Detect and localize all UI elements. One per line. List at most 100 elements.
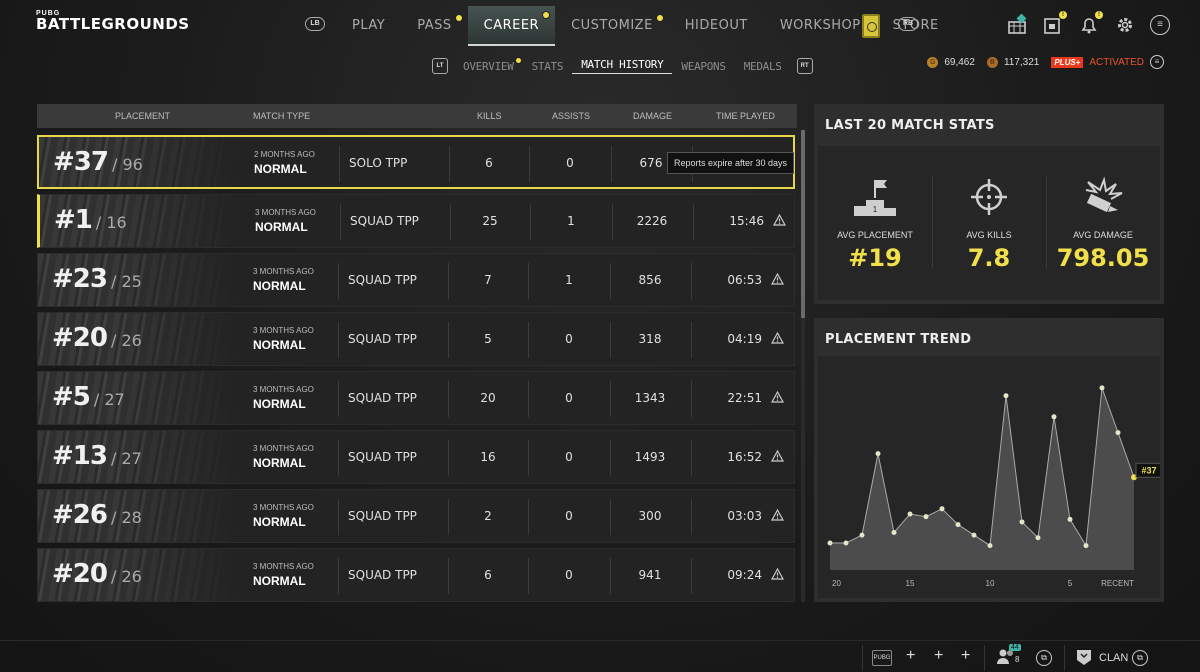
nav-workshop[interactable]: WORKSHOP bbox=[764, 6, 877, 46]
tab-stats[interactable]: STATS bbox=[523, 60, 573, 73]
add-friend-slot[interactable]: + bbox=[961, 647, 970, 665]
clan-label[interactable]: CLAN bbox=[1099, 652, 1128, 664]
crate-icon[interactable] bbox=[1006, 13, 1028, 36]
trend-point[interactable] bbox=[955, 522, 961, 528]
cell-divider bbox=[338, 499, 339, 535]
trend-point[interactable] bbox=[859, 532, 865, 538]
cell-divider bbox=[691, 322, 692, 358]
cell-divider bbox=[448, 263, 449, 299]
report-warning-icon[interactable] bbox=[770, 272, 785, 287]
mission-icon[interactable]: ! bbox=[1042, 11, 1067, 36]
trend-point[interactable] bbox=[1051, 414, 1057, 420]
trend-point[interactable] bbox=[1019, 519, 1025, 525]
party-toggle-icon[interactable]: ⧉ bbox=[1036, 650, 1052, 666]
trend-point[interactable] bbox=[923, 514, 929, 520]
table-header: PLACEMENT MATCH TYPE KILLS ASSISTS DAMAG… bbox=[37, 104, 797, 128]
placement-total: / 25 bbox=[110, 272, 142, 291]
kills-value: 7 bbox=[484, 273, 492, 287]
currency-menu-icon[interactable]: ≡ bbox=[1150, 55, 1164, 69]
cell-divider bbox=[448, 322, 449, 358]
nav-hideout-label: HIDEOUT bbox=[684, 18, 748, 33]
placement-total: / 26 bbox=[110, 331, 142, 350]
table-scrollbar[interactable] bbox=[801, 130, 805, 602]
trend-point[interactable] bbox=[1035, 535, 1041, 541]
tab-overview[interactable]: OVERVIEW bbox=[454, 57, 523, 73]
cell-divider bbox=[693, 204, 694, 240]
table-row[interactable]: #5/ 27 3 MONTHS AGO NORMAL SQUAD TPP 20 0 1343… bbox=[37, 371, 795, 425]
table-row[interactable]: #37/ 96 2 MONTHS AGO NORMAL SOLO TPP 6 0 676 Re… bbox=[37, 135, 795, 189]
placement-rank: #26/ 28 bbox=[52, 500, 142, 530]
report-warning-icon[interactable] bbox=[770, 508, 785, 523]
table-row[interactable]: #1/ 16 3 MONTHS AGO NORMAL SQUAD TPP 25 1 2226… bbox=[37, 194, 795, 248]
lt-button[interactable]: LT bbox=[432, 58, 448, 74]
trend-point[interactable] bbox=[1067, 516, 1073, 522]
trend-point[interactable] bbox=[1115, 430, 1121, 436]
match-mode: NORMAL bbox=[253, 397, 306, 411]
cell-divider bbox=[691, 263, 692, 299]
assists-value: 0 bbox=[565, 568, 573, 582]
placement-rank: #13/ 27 bbox=[52, 441, 142, 471]
report-warning-icon[interactable] bbox=[770, 390, 785, 405]
report-warning-icon[interactable] bbox=[770, 331, 785, 346]
placement-total: / 27 bbox=[93, 390, 125, 409]
nav-pass[interactable]: PASS bbox=[401, 6, 467, 46]
trend-point[interactable] bbox=[1099, 385, 1105, 391]
report-warning-icon[interactable] bbox=[770, 449, 785, 464]
nav-customize[interactable]: CUSTOMIZE bbox=[555, 6, 669, 46]
bp-amount: 117,321 bbox=[1003, 56, 1040, 68]
nav-career[interactable]: CAREER bbox=[467, 6, 556, 46]
trend-point[interactable] bbox=[875, 451, 881, 457]
trend-point[interactable] bbox=[1003, 393, 1009, 399]
tab-match-history[interactable]: MATCH HISTORY bbox=[572, 58, 673, 74]
bell-icon[interactable]: ! bbox=[1078, 11, 1103, 36]
add-friend-slot[interactable]: + bbox=[906, 647, 915, 665]
trend-point[interactable] bbox=[907, 511, 913, 517]
top-bar: PUBG BATTLEGROUNDS LB PLAY PASS CAREER C… bbox=[0, 0, 1200, 48]
top-right-icons: ! ! ≡ bbox=[1006, 11, 1170, 36]
lb-button[interactable]: LB bbox=[305, 17, 325, 31]
trend-point[interactable] bbox=[891, 529, 897, 535]
table-row[interactable]: #20/ 26 3 MONTHS AGO NORMAL SQUAD TPP 6 0 941 0… bbox=[37, 548, 795, 602]
bullet-impact-icon bbox=[1080, 176, 1126, 218]
time-played: 06:53 bbox=[727, 273, 762, 287]
trend-point[interactable] bbox=[987, 543, 993, 549]
tab-weapons[interactable]: WEAPONS bbox=[672, 60, 734, 73]
x-tick-label: 15 bbox=[906, 579, 915, 588]
table-row[interactable]: #23/ 25 3 MONTHS AGO NORMAL SQUAD TPP 7 1 856 0… bbox=[37, 253, 795, 307]
placement-rank: #20/ 26 bbox=[52, 559, 142, 589]
coupon-ticket-icon[interactable] bbox=[862, 14, 880, 38]
menu-icon[interactable]: ≡ bbox=[1150, 15, 1170, 35]
pubg-social-button[interactable]: PUBG bbox=[872, 650, 892, 666]
table-row[interactable]: #20/ 26 3 MONTHS AGO NORMAL SQUAD TPP 5 0 318 0… bbox=[37, 312, 795, 366]
bottom-divider bbox=[862, 645, 863, 671]
notification-dot bbox=[543, 12, 550, 18]
scrollbar-thumb[interactable] bbox=[801, 130, 805, 318]
placement-rank: #37/ 96 bbox=[53, 147, 143, 177]
report-warning-icon[interactable] bbox=[770, 567, 785, 582]
trend-point[interactable] bbox=[971, 532, 977, 538]
x-tick-label: 10 bbox=[986, 579, 995, 588]
trend-point[interactable] bbox=[827, 540, 833, 546]
trend-point[interactable] bbox=[843, 540, 849, 546]
cell-divider bbox=[338, 263, 339, 299]
rb-button[interactable]: RB bbox=[898, 17, 918, 31]
nav-hideout[interactable]: HIDEOUT bbox=[669, 6, 764, 46]
nav-play[interactable]: PLAY bbox=[336, 6, 401, 46]
time-played: 09:24 bbox=[727, 568, 762, 582]
g-coin-amount: 69,462 bbox=[944, 56, 975, 68]
gear-icon[interactable] bbox=[1114, 14, 1136, 36]
tab-medals[interactable]: MEDALS bbox=[735, 60, 791, 73]
add-friend-slot[interactable]: + bbox=[934, 647, 943, 665]
nav-career-label: CAREER bbox=[483, 18, 540, 33]
cell-divider bbox=[339, 146, 340, 182]
assists-value: 1 bbox=[567, 214, 575, 228]
nav-workshop-label: WORKSHOP bbox=[779, 18, 861, 33]
report-warning-icon[interactable] bbox=[772, 213, 787, 228]
table-row[interactable]: #13/ 27 3 MONTHS AGO NORMAL SQUAD TPP 16 0 149… bbox=[37, 430, 795, 484]
table-row[interactable]: #26/ 28 3 MONTHS AGO NORMAL SQUAD TPP 2 0 300 0… bbox=[37, 489, 795, 543]
cell-divider bbox=[528, 322, 529, 358]
rt-button[interactable]: RT bbox=[796, 58, 813, 74]
trend-point[interactable] bbox=[939, 506, 945, 512]
clan-toggle-icon[interactable]: ⧉ bbox=[1132, 650, 1148, 666]
trend-point[interactable] bbox=[1083, 543, 1089, 549]
